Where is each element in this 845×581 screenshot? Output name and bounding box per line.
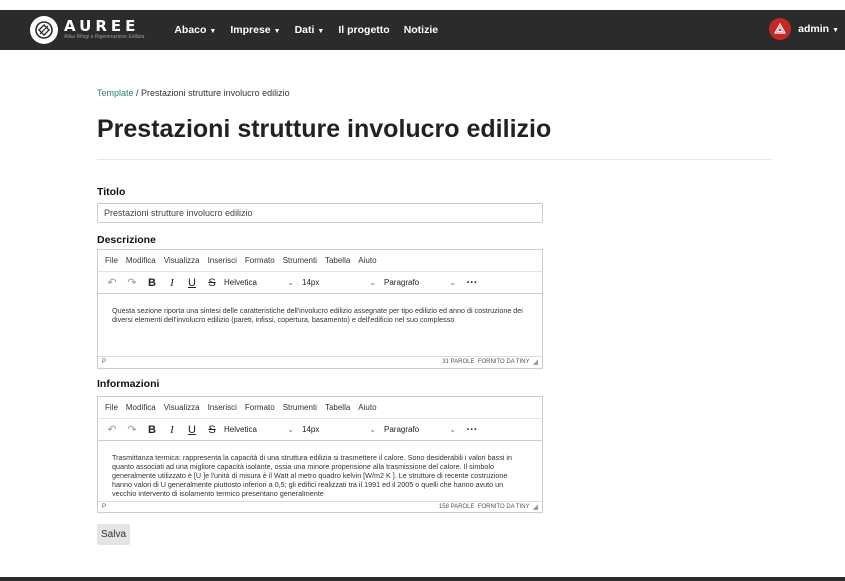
menu-aiuto[interactable]: Aiuto bbox=[358, 403, 376, 412]
menu-file[interactable]: File bbox=[105, 256, 118, 265]
more-icon[interactable]: ··· bbox=[464, 424, 480, 436]
redo-icon[interactable]: ↷ bbox=[124, 276, 140, 289]
undo-icon[interactable]: ↶ bbox=[104, 276, 120, 289]
caret-down-icon: ▼ bbox=[209, 28, 217, 35]
menu-visualizza[interactable]: Visualizza bbox=[164, 403, 200, 412]
breadcrumb-current: Prestazioni strutture involucro edilizio bbox=[141, 88, 290, 98]
editor-menubar: File Modifica Visualizza Inserisci Forma… bbox=[98, 397, 542, 419]
menu-modifica[interactable]: Modifica bbox=[126, 256, 156, 265]
more-icon[interactable]: ··· bbox=[464, 277, 480, 289]
breadcrumb-template-link[interactable]: Template bbox=[97, 88, 134, 98]
informazioni-label: Informazioni bbox=[97, 378, 160, 390]
brand[interactable]: AUREE Atlas Rifugi e Rigenerazione Edili… bbox=[30, 16, 144, 44]
font-size-select[interactable]: 14px ⌄ bbox=[302, 425, 376, 434]
breadcrumb: Template / Prestazioni strutture involuc… bbox=[97, 88, 290, 98]
chevron-down-icon: ⌄ bbox=[449, 278, 456, 287]
underline-icon[interactable]: U bbox=[184, 277, 200, 289]
chevron-down-icon: ⌄ bbox=[369, 425, 376, 434]
menu-strumenti[interactable]: Strumenti bbox=[283, 256, 317, 265]
tiny-branding[interactable]: FORNITO DA TINY bbox=[478, 359, 530, 365]
font-family-select[interactable]: Helvetica ⌄ bbox=[224, 425, 294, 434]
menu-inserisci[interactable]: Inserisci bbox=[208, 403, 237, 412]
bold-icon[interactable]: B bbox=[144, 424, 160, 436]
undo-icon[interactable]: ↶ bbox=[104, 423, 120, 436]
chevron-down-icon: ⌄ bbox=[369, 278, 376, 287]
editor-statusbar: P 31 PAROLE FORNITO DA TINY ◢ bbox=[98, 356, 542, 367]
breadcrumb-separator: / bbox=[133, 88, 142, 98]
underline-icon[interactable]: U bbox=[184, 424, 200, 436]
word-count[interactable]: 31 PAROLE bbox=[442, 359, 474, 365]
editor-toolbar: ↶ ↷ B I U S Helvetica ⌄ 14px ⌄ Paragrafo ⌄ … bbox=[98, 419, 542, 441]
avatar bbox=[769, 18, 792, 40]
editor-statusbar: P 158 PAROLE FORNITO DA TINY ◢ bbox=[98, 501, 542, 512]
nav-il-progetto[interactable]: Il progetto bbox=[338, 24, 389, 36]
resize-handle-icon[interactable]: ◢ bbox=[533, 503, 538, 511]
block-format-select[interactable]: Paragrafo ⌄ bbox=[384, 278, 456, 287]
top-navbar: AUREE Atlas Rifugi e Rigenerazione Edili… bbox=[0, 10, 845, 50]
editor-menubar: File Modifica Visualizza Inserisci Forma… bbox=[98, 250, 542, 272]
titolo-input[interactable] bbox=[97, 203, 543, 223]
descrizione-editor: File Modifica Visualizza Inserisci Forma… bbox=[97, 249, 543, 369]
informazioni-editor: File Modifica Visualizza Inserisci Forma… bbox=[97, 396, 543, 513]
element-path[interactable]: P bbox=[102, 359, 106, 365]
caret-down-icon: ▼ bbox=[273, 28, 281, 35]
editor-toolbar: ↶ ↷ B I U S Helvetica ⌄ 14px ⌄ Paragrafo ⌄ … bbox=[98, 272, 542, 294]
font-family-select[interactable]: Helvetica ⌄ bbox=[224, 278, 294, 287]
divider bbox=[97, 159, 771, 160]
brand-logo-icon bbox=[30, 16, 58, 44]
informazioni-content[interactable]: Trasmittanza termica: rappresenta la cap… bbox=[98, 441, 542, 501]
bold-icon[interactable]: B bbox=[144, 277, 160, 289]
chevron-down-icon: ⌄ bbox=[287, 278, 294, 287]
caret-down-icon: ▼ bbox=[317, 28, 325, 35]
caret-down-icon: ▼ bbox=[832, 27, 839, 34]
main-nav: Abaco ▼ Imprese ▼ Dati ▼ Il progetto Notizi… bbox=[174, 24, 452, 36]
menu-strumenti[interactable]: Strumenti bbox=[283, 403, 317, 412]
strikethrough-icon[interactable]: S bbox=[204, 277, 220, 289]
nav-imprese[interactable]: Imprese ▼ bbox=[230, 24, 280, 36]
element-path[interactable]: P bbox=[102, 504, 106, 510]
brand-tagline: Atlas Rifugi e Rigenerazione Edilizia bbox=[64, 34, 145, 40]
nav-dati[interactable]: Dati ▼ bbox=[295, 24, 325, 36]
strikethrough-icon[interactable]: S bbox=[204, 424, 220, 436]
font-size-select[interactable]: 14px ⌄ bbox=[302, 278, 376, 287]
user-menu[interactable]: admin ▼ bbox=[769, 18, 839, 40]
menu-file[interactable]: File bbox=[105, 403, 118, 412]
nav-notizie[interactable]: Notizie bbox=[404, 24, 438, 36]
menu-visualizza[interactable]: Visualizza bbox=[164, 256, 200, 265]
descrizione-content[interactable]: Questa sezione riporta una sintesi delle… bbox=[98, 294, 542, 356]
menu-formato[interactable]: Formato bbox=[245, 256, 275, 265]
menu-formato[interactable]: Formato bbox=[245, 403, 275, 412]
menu-modifica[interactable]: Modifica bbox=[126, 403, 156, 412]
menu-inserisci[interactable]: Inserisci bbox=[208, 256, 237, 265]
menu-aiuto[interactable]: Aiuto bbox=[358, 256, 376, 265]
brand-name: AUREE bbox=[64, 17, 140, 35]
word-count[interactable]: 158 PAROLE bbox=[439, 504, 475, 510]
block-format-select[interactable]: Paragrafo ⌄ bbox=[384, 425, 456, 434]
resize-handle-icon[interactable]: ◢ bbox=[533, 358, 538, 366]
menu-tabella[interactable]: Tabella bbox=[325, 256, 350, 265]
page-title: Prestazioni strutture involucro edilizio bbox=[97, 115, 552, 143]
italic-icon[interactable]: I bbox=[164, 424, 180, 436]
descrizione-label: Descrizione bbox=[97, 234, 156, 246]
tiny-branding[interactable]: FORNITO DA TINY bbox=[478, 504, 530, 510]
italic-icon[interactable]: I bbox=[164, 277, 180, 289]
chevron-down-icon: ⌄ bbox=[287, 425, 294, 434]
save-button[interactable]: Salva bbox=[97, 524, 130, 545]
titolo-label: Titolo bbox=[97, 186, 126, 198]
menu-tabella[interactable]: Tabella bbox=[325, 403, 350, 412]
nav-abaco[interactable]: Abaco ▼ bbox=[174, 24, 216, 36]
redo-icon[interactable]: ↷ bbox=[124, 423, 140, 436]
footer-bar bbox=[0, 577, 845, 581]
user-name: admin ▼ bbox=[798, 23, 839, 35]
chevron-down-icon: ⌄ bbox=[449, 425, 456, 434]
